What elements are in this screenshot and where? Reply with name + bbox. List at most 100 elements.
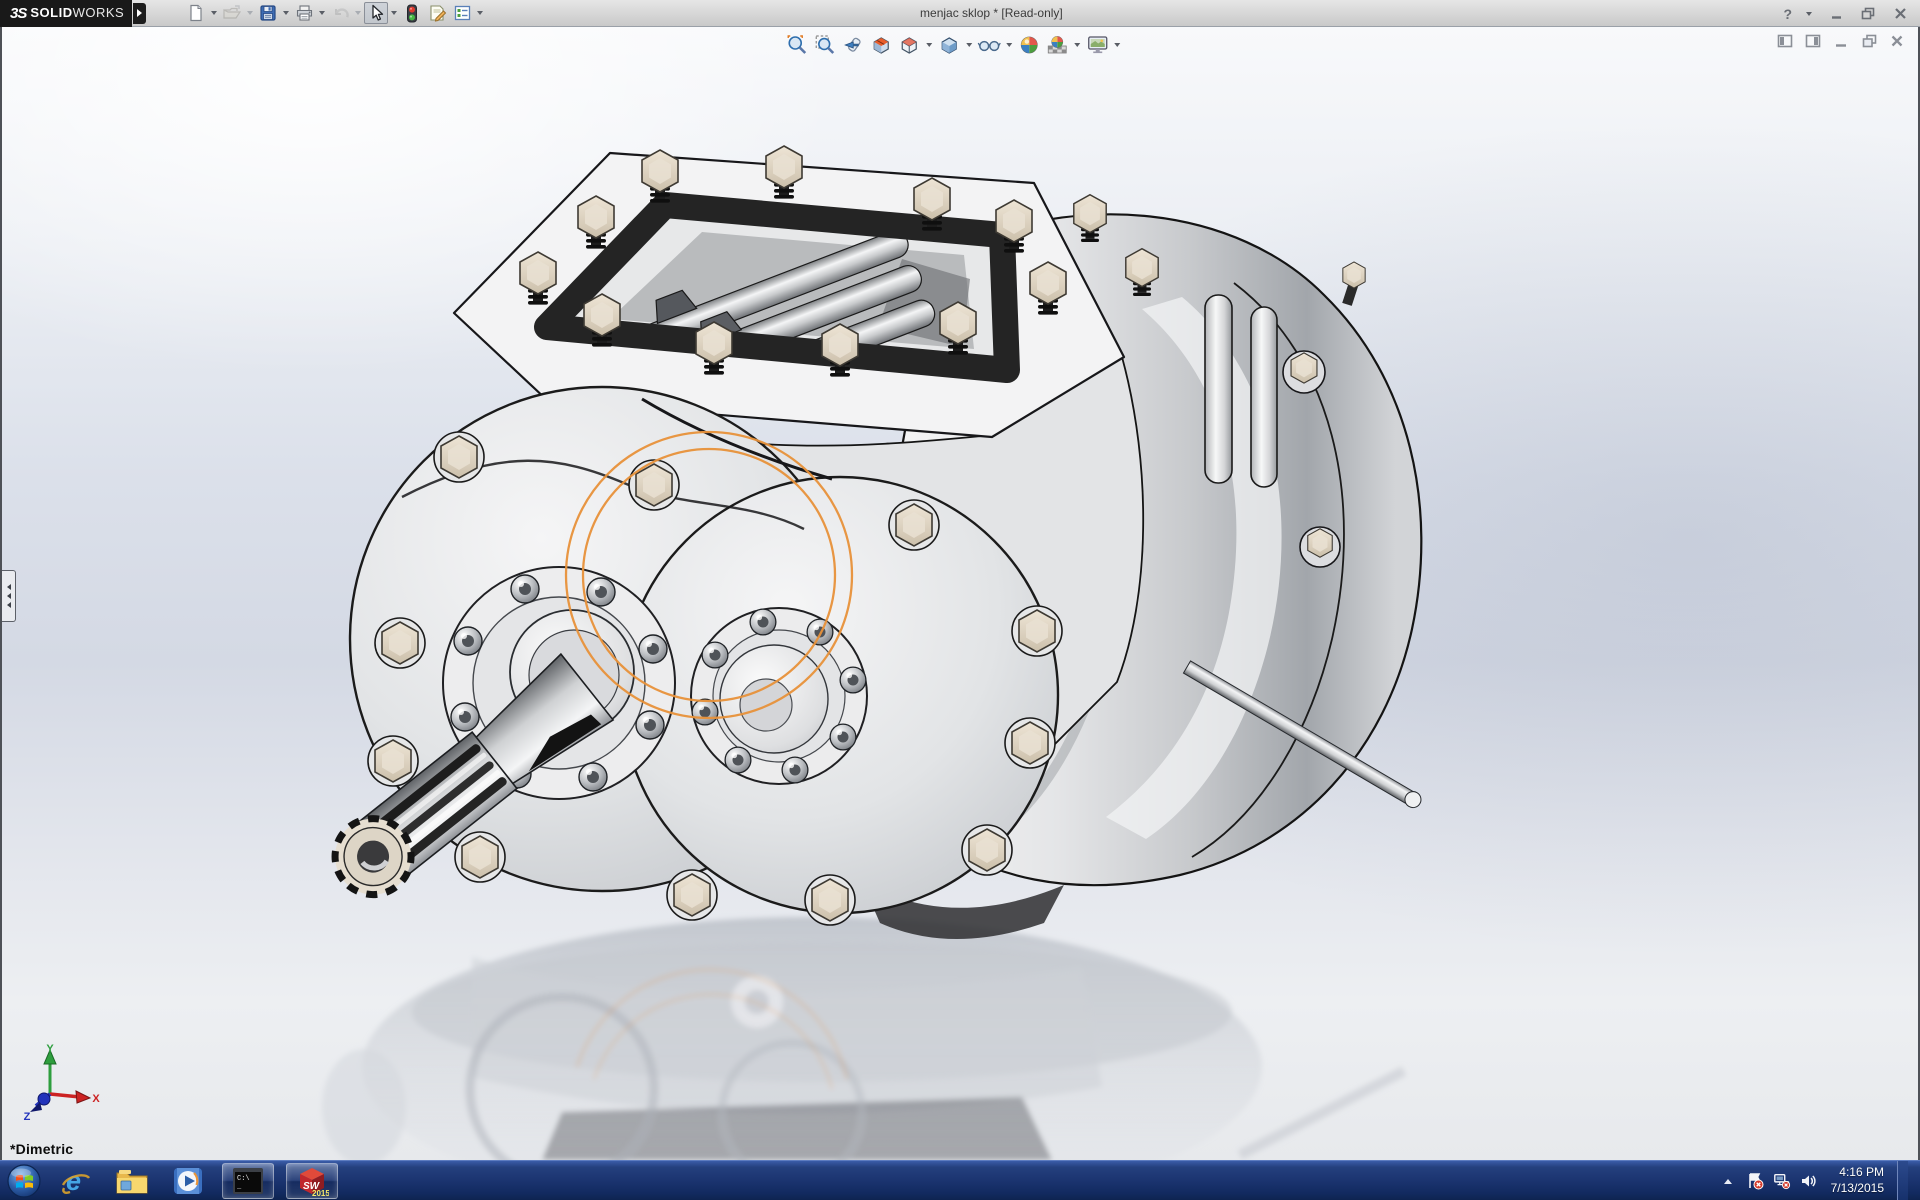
taskbar-internet-explorer[interactable]: e [54, 1163, 98, 1199]
display-style-button[interactable] [936, 32, 962, 58]
view-orientation-label: *Dimetric [10, 1141, 73, 1157]
show-desktop-button[interactable] [1897, 1161, 1908, 1200]
help-button[interactable]: ? [1783, 6, 1792, 22]
close-document-icon [1890, 34, 1904, 48]
solidworks-logo: 3S SOLIDWORKS [0, 0, 132, 27]
print-icon [295, 4, 314, 22]
windows-taskbar: e C:\ [0, 1160, 1920, 1200]
chevron-left-icon [7, 584, 11, 590]
save-floppy-icon [259, 4, 277, 22]
rebuild-traffic-light-icon [405, 4, 419, 23]
breather-tube [1205, 295, 1232, 483]
view-orientation-button[interactable] [896, 32, 922, 58]
options-button[interactable] [450, 2, 474, 24]
start-button[interactable] [0, 1161, 48, 1200]
view-settings-dropdown[interactable] [1112, 43, 1122, 47]
solidworks-window: 3S SOLIDWORKS [0, 0, 1920, 1200]
graphics-viewport[interactable]: Y X Z *Dimetric [0, 27, 1920, 1160]
quick-access-toolbar [184, 2, 485, 24]
edit-appearance-button[interactable] [1016, 32, 1042, 58]
document-window-controls [1776, 33, 1906, 49]
taskbar-solidworks-2015[interactable]: SW 2015 [286, 1163, 338, 1199]
dassault-3ds-logo-mark: 3S [10, 5, 26, 22]
minimize-button[interactable] [1826, 6, 1846, 22]
section-view-icon [870, 34, 892, 56]
tray-date: 7/13/2015 [1831, 1181, 1884, 1197]
undo-icon [331, 4, 350, 22]
orientation-triad: Y X Z [18, 1044, 102, 1122]
axis-z-label: Z [24, 1111, 31, 1122]
open-button[interactable] [220, 2, 244, 24]
help-dropdown[interactable] [1804, 12, 1814, 16]
file-properties-icon [428, 4, 447, 22]
collapse-pane-right-button[interactable] [1804, 33, 1822, 49]
select-cursor-icon [368, 4, 385, 22]
show-hidden-icons-button[interactable] [1719, 1172, 1737, 1190]
cover-plate-flange[interactable] [691, 608, 867, 784]
rear-lug-bolt [1291, 353, 1317, 383]
apply-scene-dropdown[interactable] [1072, 43, 1082, 47]
close-document-button[interactable] [1888, 33, 1906, 49]
select-dropdown[interactable] [389, 11, 399, 15]
tray-clock[interactable]: 4:16 PM 7/13/2015 [1827, 1165, 1884, 1196]
minimize-document-button[interactable] [1832, 33, 1850, 49]
file-properties-button[interactable] [425, 2, 449, 24]
new-document-dropdown[interactable] [209, 11, 219, 15]
undo-button[interactable] [328, 2, 352, 24]
window-title: menjac sklop * [Read-only] [920, 6, 1063, 20]
hide-show-items-dropdown[interactable] [1004, 43, 1014, 47]
open-folder-icon [223, 4, 242, 22]
close-button[interactable] [1890, 6, 1910, 22]
minimize-document-icon [1834, 35, 1848, 48]
logo-solid-text: SOLID [30, 5, 72, 20]
axis-y-label: Y [46, 1044, 54, 1055]
zoom-to-area-icon [814, 34, 836, 56]
window-controls: ? [1783, 0, 1910, 27]
previous-view-button[interactable] [840, 32, 866, 58]
hide-show-items-button[interactable] [976, 32, 1002, 58]
print-button[interactable] [292, 2, 316, 24]
volume-icon[interactable] [1800, 1172, 1818, 1190]
gearbox-model[interactable] [2, 27, 1918, 1160]
restore-document-icon [1862, 34, 1877, 48]
command-prompt-icon: C:\ _ [232, 1167, 264, 1195]
solidworks-2015-icon: SW 2015 [295, 1165, 329, 1197]
appearance-ball-icon [1018, 34, 1040, 56]
network-status-icon[interactable] [1773, 1172, 1791, 1190]
apply-scene-icon [1046, 34, 1068, 56]
options-dropdown[interactable] [475, 11, 485, 15]
previous-view-icon [842, 34, 864, 56]
svg-text:2015: 2015 [312, 1189, 329, 1197]
folder-icon [115, 1166, 149, 1196]
feature-manager-collapsed-tab[interactable] [2, 570, 16, 622]
select-button[interactable] [364, 2, 388, 24]
windows-logo-icon [6, 1163, 42, 1199]
action-center-icon[interactable] [1746, 1172, 1764, 1190]
save-dropdown[interactable] [281, 11, 291, 15]
view-settings-button[interactable] [1084, 32, 1110, 58]
menu-expand-arrow[interactable] [133, 3, 146, 24]
open-dropdown[interactable] [245, 11, 255, 15]
new-document-button[interactable] [184, 2, 208, 24]
save-button[interactable] [256, 2, 280, 24]
section-view-button[interactable] [868, 32, 894, 58]
svg-text:_: _ [236, 1183, 242, 1191]
undo-dropdown[interactable] [353, 11, 363, 15]
print-dropdown[interactable] [317, 11, 327, 15]
display-style-icon [938, 34, 960, 56]
display-style-dropdown[interactable] [964, 43, 974, 47]
titlebar: 3S SOLIDWORKS [0, 0, 1920, 27]
zoom-to-fit-button[interactable] [784, 32, 810, 58]
restore-document-button[interactable] [1860, 33, 1878, 49]
view-orientation-dropdown[interactable] [924, 43, 934, 47]
restore-button[interactable] [1858, 6, 1878, 22]
apply-scene-button[interactable] [1044, 32, 1070, 58]
rebuild-button[interactable] [400, 2, 424, 24]
options-icon [453, 4, 472, 22]
taskbar-media-player[interactable] [166, 1163, 210, 1199]
taskbar-file-explorer[interactable] [110, 1163, 154, 1199]
collapse-pane-left-button[interactable] [1776, 33, 1794, 49]
taskbar-command-prompt[interactable]: C:\ _ [222, 1163, 274, 1199]
zoom-to-area-button[interactable] [812, 32, 838, 58]
tray-time: 4:16 PM [1831, 1165, 1884, 1181]
